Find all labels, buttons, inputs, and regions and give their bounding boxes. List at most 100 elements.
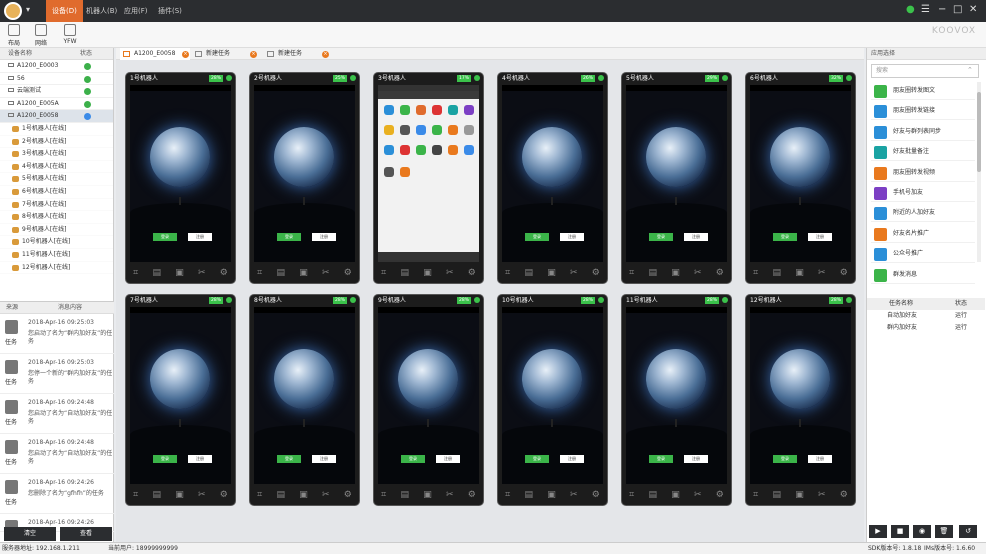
register-button[interactable]: 注册 <box>684 233 708 241</box>
login-button[interactable]: 登录 <box>153 455 177 463</box>
menu-icon[interactable]: ☰ <box>921 4 930 15</box>
tab-device[interactable]: A1200_E0058 × <box>120 48 190 60</box>
close-icon[interactable]: ✕ <box>969 4 977 15</box>
app-icon[interactable] <box>464 105 474 115</box>
file-icon[interactable]: ▤ <box>524 268 533 278</box>
app-icon[interactable] <box>432 145 442 155</box>
app-function-item[interactable]: 好友批量备注 <box>871 143 975 162</box>
phone-screen[interactable]: 1号机器人28%登录注册◁ ○ □⌗▤▣✂⚙ <box>125 72 236 284</box>
phone-screen[interactable]: 3号机器人 17% ⌗ ▤ ▣ ✂ ⚙ <box>373 72 484 284</box>
file-icon[interactable]: ▤ <box>772 268 781 278</box>
layout-button[interactable]: 布局 <box>0 24 28 47</box>
login-button[interactable]: 登录 <box>277 233 301 241</box>
phone-screen[interactable]: 6号机器人32%登录注册◁ ○ □⌗▤▣✂⚙ <box>745 72 856 284</box>
maximize-icon[interactable]: □ <box>953 4 962 15</box>
robot-item[interactable]: 7号机器人[在线] <box>0 199 113 212</box>
search-input[interactable]: 搜索 <box>871 64 979 78</box>
crop-icon[interactable]: ⌗ <box>257 490 262 500</box>
phone-screen[interactable]: 4号机器人26%登录注册◁ ○ □⌗▤▣✂⚙ <box>497 72 608 284</box>
robot-item[interactable]: 6号机器人[在线] <box>0 186 113 199</box>
gear-icon[interactable]: ⚙ <box>592 268 600 278</box>
phone-screen[interactable]: 5号机器人29%登录注册◁ ○ □⌗▤▣✂⚙ <box>621 72 732 284</box>
app-icon[interactable] <box>400 145 410 155</box>
crop-icon[interactable]: ⌗ <box>257 268 262 278</box>
tools-icon[interactable]: ✂ <box>198 490 206 500</box>
app-function-item[interactable]: 群发消息 <box>871 266 975 284</box>
tools-icon[interactable]: ✂ <box>818 268 826 278</box>
register-button[interactable]: 注册 <box>188 233 212 241</box>
login-button[interactable]: 登录 <box>649 233 673 241</box>
file-icon[interactable]: ▤ <box>400 490 409 500</box>
robot-item[interactable]: 8号机器人[在线] <box>0 211 113 224</box>
file-icon[interactable]: ▤ <box>152 268 161 278</box>
yfw-button[interactable]: YFW <box>56 24 84 45</box>
login-button[interactable]: 登录 <box>153 233 177 241</box>
close-tab-icon[interactable]: × <box>322 51 329 58</box>
device-row[interactable]: 云端测试 <box>0 85 113 98</box>
app-icon[interactable] <box>384 145 394 155</box>
device-row[interactable]: 56 <box>0 73 113 86</box>
app-function-item[interactable]: 好友与群列表同步 <box>871 123 975 141</box>
app-function-item[interactable]: 公众号推广 <box>871 245 975 264</box>
gear-icon[interactable]: ⚙ <box>592 490 600 500</box>
scrollbar-thumb[interactable] <box>977 92 981 172</box>
clear-button[interactable]: 清空 <box>4 527 56 541</box>
tools-icon[interactable]: ✂ <box>446 268 454 278</box>
image-icon[interactable]: ▣ <box>299 268 308 278</box>
app-icon[interactable] <box>416 125 426 135</box>
image-icon[interactable]: ▣ <box>547 268 556 278</box>
robot-item[interactable]: 2号机器人[在线] <box>0 136 113 149</box>
app-icon[interactable] <box>432 105 442 115</box>
robot-item[interactable]: 1号机器人[在线] <box>0 123 113 136</box>
gear-icon[interactable]: ⚙ <box>716 490 724 500</box>
close-tab-icon[interactable]: × <box>182 51 189 58</box>
tools-icon[interactable]: ✂ <box>694 490 702 500</box>
file-icon[interactable]: ▤ <box>648 490 657 500</box>
image-icon[interactable]: ▣ <box>671 268 680 278</box>
register-button[interactable]: 注册 <box>808 233 832 241</box>
app-function-item[interactable]: 朋友圈转发链接 <box>871 102 975 121</box>
phone-screen[interactable]: 10号机器人28%登录注册◁ ○ □⌗▤▣✂⚙ <box>497 294 608 506</box>
close-tab-icon[interactable]: × <box>250 51 257 58</box>
robot-item[interactable]: 4号机器人[在线] <box>0 161 113 174</box>
tab-new-task[interactable]: 新建任务 × <box>264 48 334 60</box>
image-icon[interactable]: ▣ <box>175 490 184 500</box>
register-button[interactable]: 注册 <box>312 233 336 241</box>
phone-screen[interactable]: 2号机器人25%登录注册◁ ○ □⌗▤▣✂⚙ <box>249 72 360 284</box>
phone-screen[interactable]: 11号机器人28%登录注册◁ ○ □⌗▤▣✂⚙ <box>621 294 732 506</box>
app-function-item[interactable]: 好友名片推广 <box>871 225 975 243</box>
app-icon[interactable] <box>448 125 458 135</box>
app-icon[interactable] <box>416 145 426 155</box>
register-button[interactable]: 注册 <box>684 455 708 463</box>
file-icon[interactable]: ▤ <box>152 490 161 500</box>
register-button[interactable]: 注册 <box>188 455 212 463</box>
menu-app[interactable]: 应用(F) <box>118 0 154 22</box>
chevron-down-icon[interactable]: ▾ <box>26 5 30 14</box>
app-icon[interactable] <box>464 125 474 135</box>
tools-icon[interactable]: ✂ <box>322 268 330 278</box>
crop-icon[interactable]: ⌗ <box>381 490 386 500</box>
register-button[interactable]: 注册 <box>560 233 584 241</box>
tools-icon[interactable]: ✂ <box>570 268 578 278</box>
image-icon[interactable]: ▣ <box>175 268 184 278</box>
image-icon[interactable]: ▣ <box>671 490 680 500</box>
stop-button[interactable]: ■ <box>891 525 909 538</box>
file-icon[interactable]: ▤ <box>276 490 285 500</box>
crop-icon[interactable]: ⌗ <box>753 490 758 500</box>
task-row[interactable]: 群内加好友 运行 <box>867 322 985 334</box>
image-icon[interactable]: ▣ <box>423 268 432 278</box>
file-icon[interactable]: ▤ <box>648 268 657 278</box>
minimize-icon[interactable]: − <box>938 4 946 15</box>
user-avatar[interactable] <box>4 2 22 20</box>
login-button[interactable]: 登录 <box>525 233 549 241</box>
crop-icon[interactable]: ⌗ <box>505 268 510 278</box>
image-icon[interactable]: ▣ <box>795 490 804 500</box>
image-icon[interactable]: ▣ <box>795 268 804 278</box>
robot-item[interactable]: 9号机器人[在线] <box>0 224 113 237</box>
tools-icon[interactable]: ✂ <box>818 490 826 500</box>
menu-robot[interactable]: 机器人(B) <box>80 0 123 22</box>
app-icon[interactable] <box>384 105 394 115</box>
login-button[interactable]: 登录 <box>525 455 549 463</box>
app-icon[interactable] <box>432 125 442 135</box>
crop-icon[interactable]: ⌗ <box>505 490 510 500</box>
